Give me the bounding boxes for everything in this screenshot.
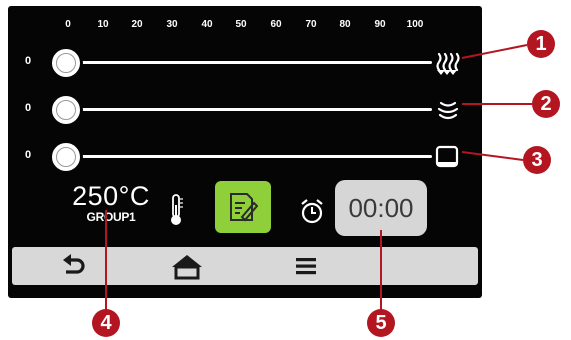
steam-humidity-icon: [437, 101, 459, 120]
slider-track[interactable]: [68, 108, 432, 111]
temperature-display[interactable]: 250°C GROUP1: [56, 181, 166, 224]
slider-knob[interactable]: [49, 93, 83, 127]
convection-slider[interactable]: 0: [8, 42, 482, 82]
menu-icon[interactable]: [293, 247, 319, 285]
scale-tick: 30: [166, 19, 178, 30]
slider-value-label: 0: [25, 102, 32, 114]
scale-tick: 80: [339, 19, 351, 30]
callout-5: 5: [367, 309, 395, 337]
control-screen: 0 10 20 30 40 50 60 70 80 90 100 0 0 0 2…: [8, 6, 482, 298]
bottom-heat-slider[interactable]: 0: [8, 136, 482, 176]
steam-slider[interactable]: 0: [8, 89, 482, 129]
scale-tick: 10: [97, 19, 109, 30]
thermometer-icon: [171, 194, 183, 225]
temperature-value: 250°C: [72, 181, 150, 211]
scale-tick: 100: [406, 19, 424, 30]
bottom-nav-bar: [12, 247, 478, 285]
group-label: GROUP1: [86, 210, 136, 224]
callout-3: 3: [523, 146, 551, 174]
callout-4: 4: [92, 309, 120, 337]
slider-track[interactable]: [68, 155, 432, 158]
scale-tick: 0: [65, 19, 71, 30]
slider-track[interactable]: [68, 61, 432, 64]
slider-knob[interactable]: [49, 140, 83, 174]
scale-tick: 50: [235, 19, 247, 30]
slider-knob[interactable]: [49, 46, 83, 80]
power-scale: 0 10 20 30 40 50 60 70 80 90 100: [8, 6, 482, 36]
slider-value-label: 0: [25, 55, 32, 67]
back-icon[interactable]: [59, 247, 87, 285]
scale-tick: 70: [305, 19, 317, 30]
alarm-clock-icon: [301, 199, 323, 224]
scale-tick: 60: [270, 19, 282, 30]
callout-2: 2: [532, 90, 560, 118]
note-edit-icon: [230, 193, 258, 222]
scale-tick: 90: [374, 19, 386, 30]
home-icon[interactable]: [169, 247, 205, 285]
scale-tick: 40: [201, 19, 213, 30]
convection-heat-icon: [436, 52, 460, 75]
scale-tick: 20: [131, 19, 143, 30]
bottom-heat-icon: [435, 145, 459, 168]
recipe-edit-button[interactable]: [215, 181, 271, 233]
timer-button[interactable]: 00:00: [335, 180, 427, 236]
slider-value-label: 0: [25, 149, 32, 161]
callout-1: 1: [527, 30, 555, 58]
